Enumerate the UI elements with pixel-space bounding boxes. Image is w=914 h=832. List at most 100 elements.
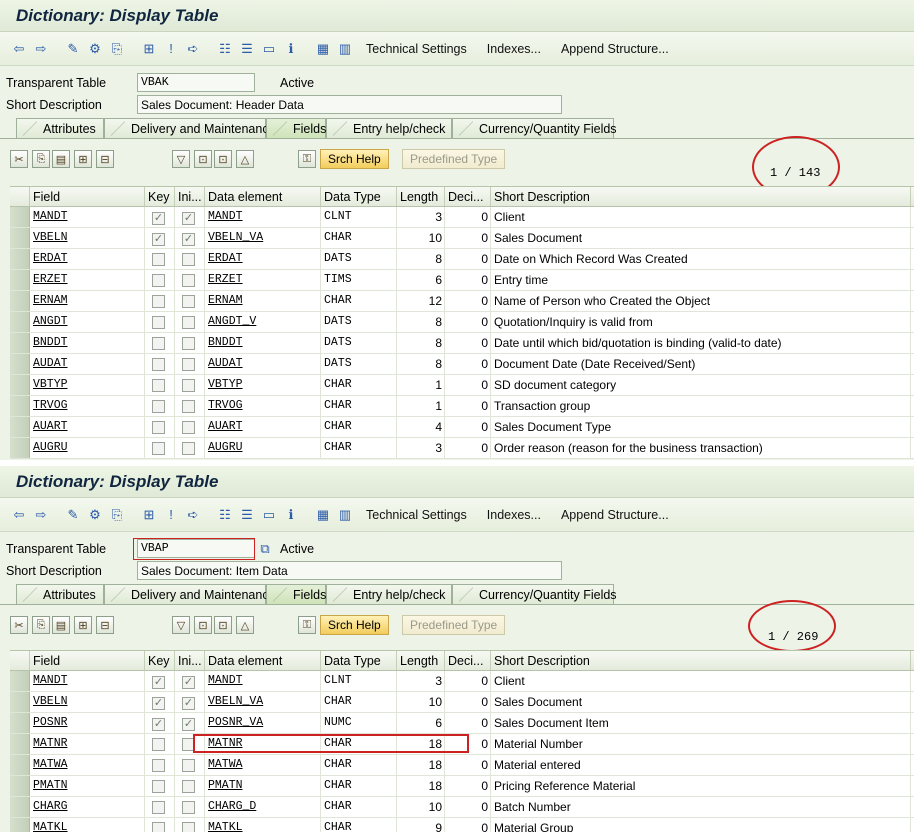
field-name[interactable]: ERDAT (30, 249, 145, 269)
field-name[interactable]: MATWA (30, 755, 145, 775)
key-checkbox[interactable] (145, 354, 175, 374)
table-row[interactable]: MANDT ✓ ✓ MANDT CLNT 3 0 Client (10, 207, 914, 228)
prev-page-icon[interactable]: ⊡ (194, 616, 212, 634)
row-selector[interactable] (10, 818, 30, 832)
data-element-link[interactable]: PMATN (205, 776, 321, 796)
initial-checkbox[interactable] (175, 438, 205, 458)
key-checkbox[interactable] (145, 249, 175, 269)
initial-checkbox[interactable] (175, 375, 205, 395)
key-checkbox[interactable] (145, 776, 175, 796)
table-row[interactable]: AUGRU AUGRU CHAR 3 0 Order reason (reason for… (10, 438, 914, 459)
field-name[interactable]: MANDT (30, 671, 145, 691)
initial-checkbox[interactable] (175, 396, 205, 416)
help-icon[interactable]: ☰ (238, 40, 256, 58)
last-page-icon[interactable]: △ (236, 616, 254, 634)
field-name[interactable]: VBTYP (30, 375, 145, 395)
activate-icon[interactable]: ⚙ (86, 506, 104, 524)
insert-row-icon[interactable]: ⊞ (74, 150, 92, 168)
data-element-link[interactable]: VBTYP (205, 375, 321, 395)
tab-entry-help-check[interactable]: Entry help/check (326, 584, 452, 604)
initial-checkbox[interactable]: ✓ (175, 228, 205, 248)
tab-currency-quantity-fields[interactable]: Currency/Quantity Fields (452, 584, 617, 604)
field-name[interactable]: TRVOG (30, 396, 145, 416)
tab-delivery-and-maintenance[interactable]: Delivery and Maintenance (104, 584, 276, 604)
delete-row-icon[interactable]: ⊟ (96, 150, 114, 168)
key-checkbox[interactable] (145, 438, 175, 458)
data-element-link[interactable]: TRVOG (205, 396, 321, 416)
display-object-list-icon[interactable]: ☷ (216, 506, 234, 524)
table-row[interactable]: ERDAT ERDAT DATS 8 0 Date on Which Record Was… (10, 249, 914, 270)
object-list-icon[interactable]: ⊞ (140, 40, 158, 58)
hierarchy-icon[interactable]: ! (162, 506, 180, 524)
key-checkbox[interactable] (145, 333, 175, 353)
check-icon[interactable]: ▭ (260, 40, 278, 58)
row-selector[interactable] (10, 713, 30, 733)
initial-checkbox[interactable] (175, 417, 205, 437)
column-header[interactable]: Data Type (321, 187, 397, 206)
initial-checkbox[interactable] (175, 755, 205, 775)
key-checkbox[interactable] (145, 818, 175, 832)
table-row[interactable]: VBTYP VBTYP CHAR 1 0 SD document category (10, 375, 914, 396)
key-checkbox[interactable] (145, 270, 175, 290)
column-header[interactable]: Key (145, 651, 175, 670)
indexes-button[interactable]: Indexes... (487, 508, 541, 522)
table-row[interactable]: BNDDT BNDDT DATS 8 0 Date until which bid/quo… (10, 333, 914, 354)
table-row[interactable]: ERNAM ERNAM CHAR 12 0 Name of Person who Crea… (10, 291, 914, 312)
indexes-icon[interactable]: ▦ (314, 506, 332, 524)
tab-delivery-and-maintenance[interactable]: Delivery and Maintenance (104, 118, 276, 138)
initial-checkbox[interactable]: ✓ (175, 692, 205, 712)
row-selector[interactable] (10, 228, 30, 248)
row-selector[interactable] (10, 776, 30, 796)
field-name[interactable]: CHARG (30, 797, 145, 817)
data-element-link[interactable]: AUDAT (205, 354, 321, 374)
column-header[interactable]: Length (397, 651, 445, 670)
table-row[interactable]: TRVOG TRVOG CHAR 1 0 Transaction group (10, 396, 914, 417)
key-checkbox[interactable]: ✓ (145, 671, 175, 691)
column-header[interactable]: Data element (205, 187, 321, 206)
table-row[interactable]: PMATN PMATN CHAR 18 0 Pricing Reference Mater… (10, 776, 914, 797)
next-page-icon[interactable]: ⊡ (214, 150, 232, 168)
row-selector[interactable] (10, 734, 30, 754)
field-name[interactable]: MATNR (30, 734, 145, 754)
row-selector[interactable] (10, 692, 30, 712)
data-element-link[interactable]: MANDT (205, 207, 321, 227)
initial-checkbox[interactable]: ✓ (175, 671, 205, 691)
column-header[interactable]: Short Description (491, 651, 911, 670)
delete-row-icon[interactable]: ⊟ (96, 616, 114, 634)
field-name[interactable]: PMATN (30, 776, 145, 796)
tab-attributes[interactable]: Attributes (16, 584, 104, 604)
forward-icon[interactable]: ⇨ (32, 40, 50, 58)
back-icon[interactable]: ⇦ (10, 40, 28, 58)
copy-name-icon[interactable]: ⧉ (256, 540, 274, 558)
column-header[interactable]: Data element (205, 651, 321, 670)
table-row[interactable]: MANDT ✓ ✓ MANDT CLNT 3 0 Client (10, 671, 914, 692)
next-page-icon[interactable]: ⊡ (214, 616, 232, 634)
where-used-icon[interactable]: ⎘ (108, 40, 126, 58)
data-element-link[interactable]: ERDAT (205, 249, 321, 269)
column-header[interactable]: Field (30, 651, 145, 670)
tab-fields[interactable]: Fields (266, 584, 326, 604)
first-page-icon[interactable]: ▽ (172, 150, 190, 168)
table-row[interactable]: AUART AUART CHAR 4 0 Sales Document Type (10, 417, 914, 438)
field-name[interactable]: AUART (30, 417, 145, 437)
field-name[interactable]: MATKL (30, 818, 145, 832)
search-help-button[interactable]: Srch Help (320, 615, 389, 635)
initial-checkbox[interactable]: ✓ (175, 207, 205, 227)
row-selector[interactable] (10, 755, 30, 775)
row-selector[interactable] (10, 396, 30, 416)
short-description-field[interactable]: Sales Document: Header Data (137, 95, 562, 114)
check-icon[interactable]: ▥ (336, 506, 354, 524)
field-name[interactable]: ERZET (30, 270, 145, 290)
short-description-field[interactable]: Sales Document: Item Data (137, 561, 562, 580)
table-row[interactable]: CHARG CHARG_D CHAR 10 0 Batch Number (10, 797, 914, 818)
table-row[interactable]: ERZET ERZET TIMS 6 0 Entry time (10, 270, 914, 291)
forward-icon[interactable]: ⇨ (32, 506, 50, 524)
help-icon[interactable]: ☰ (238, 506, 256, 524)
key-checkbox[interactable] (145, 734, 175, 754)
table-row[interactable]: POSNR ✓ ✓ POSNR_VA NUMC 6 0 Sales Document Item (10, 713, 914, 734)
indexes-button[interactable]: Indexes... (487, 42, 541, 56)
column-header[interactable]: Length (397, 187, 445, 206)
technical-settings-icon[interactable]: ℹ (282, 506, 300, 524)
where-used-icon[interactable]: ⎘ (108, 506, 126, 524)
table-row[interactable]: MATWA MATWA CHAR 18 0 Material entered (10, 755, 914, 776)
